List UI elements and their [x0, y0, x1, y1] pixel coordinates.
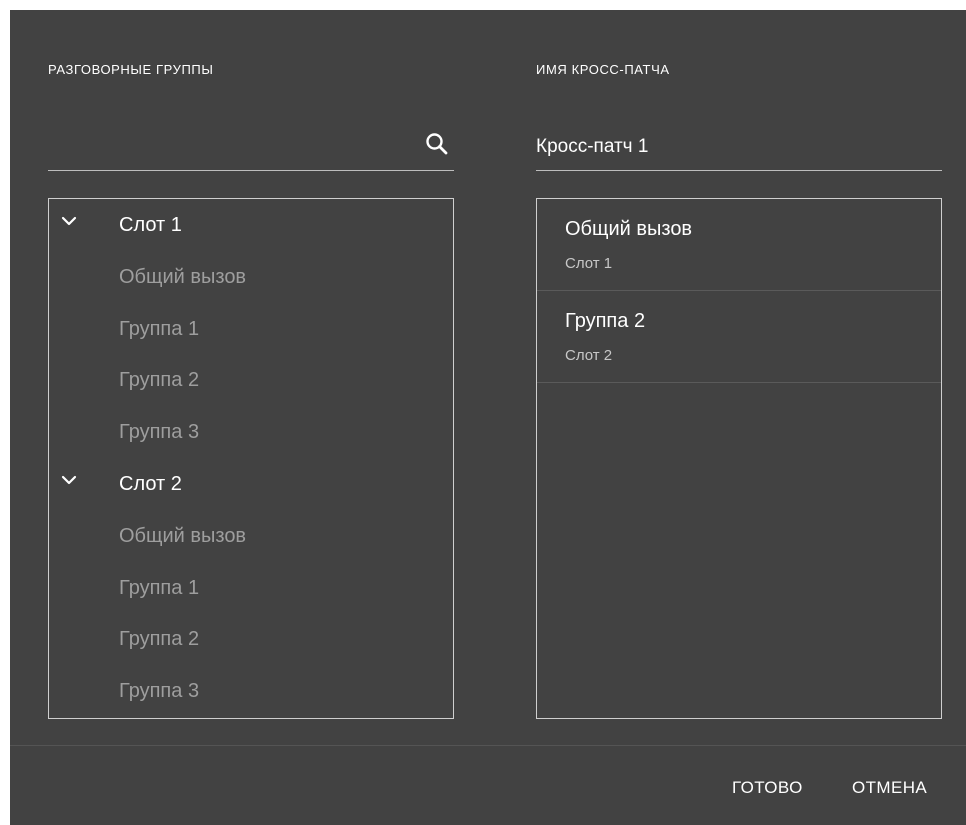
group-label: Группа 2	[119, 628, 200, 651]
tree-group-item[interactable]: Общий вызов	[49, 251, 453, 303]
slot-label: Слот 2	[119, 473, 182, 495]
search-icon[interactable]	[424, 131, 450, 157]
slot-label: Слот 1	[119, 214, 182, 236]
group-label: Группа 3	[119, 680, 200, 703]
tree-group-item[interactable]: Группа 3	[49, 406, 453, 458]
group-label: Общий вызов	[119, 524, 247, 547]
selected-talkgroups-list: Общий вызов Слот 1 Группа 2 Слот 2	[536, 198, 942, 719]
group-label: Группа 1	[119, 576, 200, 599]
selected-talkgroup-item[interactable]: Общий вызов Слот 1	[537, 199, 941, 291]
selected-item-title: Группа 2	[565, 310, 646, 332]
tree-slot-item[interactable]: Слот 1	[49, 199, 453, 251]
talkgroup-search-field	[48, 125, 454, 171]
actions-divider	[10, 745, 966, 746]
tree-group-item[interactable]: Группа 1	[49, 562, 453, 614]
tree-slot-item[interactable]: Слот 2	[49, 458, 453, 510]
patch-name-field	[536, 125, 942, 171]
group-label: Группа 2	[119, 369, 200, 392]
cancel-button[interactable]: ОТМЕНА	[852, 778, 927, 798]
create-cross-patch-dialog: РАЗГОВОРНЫЕ ГРУППЫ ИМЯ КРОСС-ПАТЧА Слот …	[10, 10, 966, 825]
tree-group-item[interactable]: Группа 2	[49, 354, 453, 406]
tree-group-item[interactable]: Группа 3	[49, 665, 453, 717]
tree-group-item[interactable]: Группа 1	[49, 303, 453, 355]
tree-group-item[interactable]: Группа 2	[49, 613, 453, 665]
talkgroups-label: РАЗГОВОРНЫЕ ГРУППЫ	[48, 62, 214, 77]
group-label: Группа 1	[119, 317, 200, 340]
talkgroup-tree: Слот 1 Общий вызов Группа 1 Группа 2 Группа …	[48, 198, 454, 719]
group-label: Общий вызов	[119, 265, 247, 288]
chevron-down-icon[interactable]	[61, 213, 77, 229]
group-label: Группа 3	[119, 421, 200, 444]
done-button[interactable]: ГОТОВО	[732, 778, 803, 798]
selected-item-title: Общий вызов	[565, 218, 693, 240]
selected-item-subtitle: Слот 1	[565, 255, 613, 272]
talkgroup-search-input[interactable]	[48, 125, 408, 165]
patch-name-label: ИМЯ КРОСС-ПАТЧА	[536, 62, 670, 77]
tree-group-item[interactable]: Общий вызов	[49, 510, 453, 562]
selected-talkgroup-item[interactable]: Группа 2 Слот 2	[537, 291, 941, 383]
chevron-down-icon[interactable]	[61, 472, 77, 488]
patch-name-input[interactable]	[536, 133, 936, 161]
selected-item-subtitle: Слот 2	[565, 347, 613, 364]
